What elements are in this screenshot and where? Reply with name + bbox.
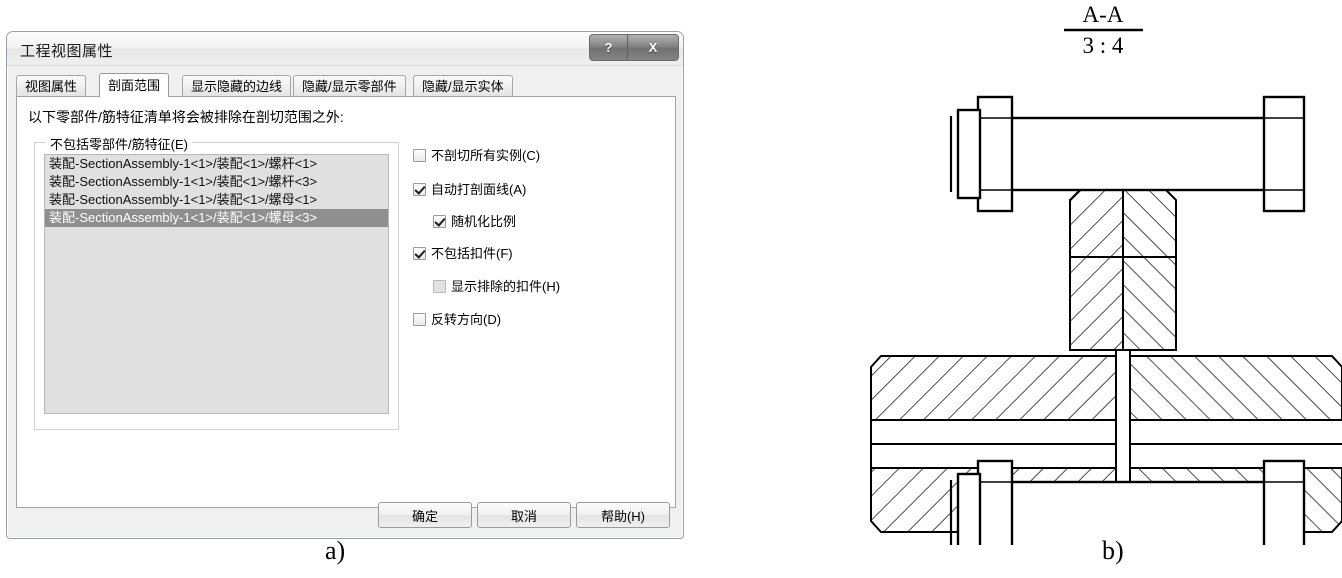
checkbox-icon-exclude-fasteners[interactable] <box>413 247 426 260</box>
list-item[interactable]: 装配-SectionAssembly-1<1>/装配<1>/螺杆<1> <box>45 155 388 173</box>
tab-section-scope[interactable]: 剖面范围 <box>99 73 170 97</box>
dialog-titlebar: 工程视图属性 ? X <box>7 32 683 66</box>
checkbox-label: 随机化比例 <box>451 214 517 229</box>
lower-bolt-head-chamfer <box>956 472 982 545</box>
excluded-components-list[interactable]: 装配-SectionAssembly-1<1>/装配<1>/螺杆<1> 装配-S… <box>44 154 389 414</box>
dialog-title: 工程视图属性 <box>20 43 114 60</box>
tab-strip: 视图属性 剖面范围 显示隐藏的边线 隐藏/显示零部件 隐藏/显示实体 <box>16 73 674 97</box>
help-icon[interactable]: ? <box>590 35 628 60</box>
upper-right-flange <box>1122 188 1177 258</box>
lower-bolt-head <box>976 459 1014 545</box>
options-column: 不剖切所有实例(C) 自动打剖面线(A) 随机化比例 不包括扣件(F) 显示排除… <box>413 149 663 326</box>
lower-bolt-shank <box>1006 480 1270 545</box>
intro-text: 以下零部件/筋特征清单将会被排除在剖切范围之外: <box>28 109 344 125</box>
checkbox-row-flip-direction[interactable]: 反转方向(D) <box>413 313 663 326</box>
drawing-title-block: A-A 3 : 4 <box>1064 2 1143 58</box>
section-view-svg: A-A 3 : 4 <box>870 2 1342 545</box>
section-drawing-figure: A-A 3 : 4 <box>838 0 1342 545</box>
groupbox-label: 不包括零部件/筋特征(E) <box>46 134 192 153</box>
help-button[interactable]: 帮助(H) <box>576 502 670 528</box>
caption-a: a) <box>325 536 346 565</box>
lower-bolt-nut <box>1262 459 1306 545</box>
list-item[interactable]: 装配-SectionAssembly-1<1>/装配<1>/螺母<1> <box>45 191 388 209</box>
ok-button[interactable]: 确定 <box>378 502 472 528</box>
checkbox-label: 显示排除的扣件(H) <box>451 279 561 294</box>
checkbox-label: 自动打剖面线(A) <box>431 182 527 197</box>
upper-bolt-head <box>976 95 1014 213</box>
checkbox-icon-dont-cut-all-instances[interactable] <box>413 149 426 162</box>
tab-show-hidden-edges[interactable]: 显示隐藏的边线 <box>182 75 292 96</box>
upper-bolt-nut <box>1262 95 1306 213</box>
close-icon[interactable]: X <box>627 35 678 60</box>
excluded-components-groupbox: 不包括零部件/筋特征(E) 装配-SectionAssembly-1<1>/装配… <box>34 134 399 430</box>
list-item[interactable]: 装配-SectionAssembly-1<1>/装配<1>/螺杆<3> <box>45 173 388 191</box>
checkbox-label: 不包括扣件(F) <box>431 246 513 261</box>
tab-page-section-scope: 以下零部件/筋特征清单将会被排除在剖切范围之外: 不包括零部件/筋特征(E) 装… <box>16 96 676 508</box>
tab-view-properties[interactable]: 视图属性 <box>16 75 87 96</box>
cancel-button[interactable]: 取消 <box>477 502 571 528</box>
upper-bolt-head-chamfer <box>956 108 982 200</box>
checkbox-row-dont-cut-all-instances[interactable]: 不剖切所有实例(C) <box>413 149 663 162</box>
list-item[interactable]: 装配-SectionAssembly-1<1>/装配<1>/螺母<3> <box>45 209 388 227</box>
body-top-wall-right <box>1129 355 1342 421</box>
checkbox-row-show-excluded-fasteners[interactable]: 显示排除的扣件(H) <box>433 280 663 293</box>
tab-hide-show-components[interactable]: 隐藏/显示零部件 <box>293 75 406 96</box>
checkbox-label: 不剖切所有实例(C) <box>431 148 541 163</box>
view-properties-dialog: 工程视图属性 ? X 视图属性 剖面范围 显示隐藏的边线 隐藏/显示零部件 隐藏… <box>6 31 684 539</box>
checkbox-label: 反转方向(D) <box>431 312 502 327</box>
checkbox-icon-auto-hatch[interactable] <box>413 183 426 196</box>
checkbox-icon-randomize-scale[interactable] <box>433 215 446 228</box>
upper-left-flange <box>1069 188 1124 258</box>
body-top-wall-left <box>870 355 1117 421</box>
checkbox-row-exclude-fasteners[interactable]: 不包括扣件(F) <box>413 247 663 260</box>
scale-label: 3 : 4 <box>1083 33 1124 58</box>
checkbox-row-auto-hatch[interactable]: 自动打剖面线(A) <box>413 183 663 196</box>
caption-b: b) <box>1102 536 1124 565</box>
tab-hide-show-bodies[interactable]: 隐藏/显示实体 <box>413 75 513 96</box>
upper-bolt-shank <box>1006 116 1270 192</box>
upper-right-hub <box>1122 256 1177 351</box>
dialog-footer: 确定 取消 帮助(H) <box>7 502 683 538</box>
checkbox-icon-show-excluded-fasteners[interactable] <box>433 280 446 293</box>
view-label: A-A <box>1083 2 1124 27</box>
upper-left-hub <box>1069 256 1124 351</box>
checkbox-icon-flip-direction[interactable] <box>413 313 426 326</box>
window-button-group: ? X <box>589 34 679 61</box>
checkbox-row-randomize-scale[interactable]: 随机化比例 <box>433 215 663 228</box>
